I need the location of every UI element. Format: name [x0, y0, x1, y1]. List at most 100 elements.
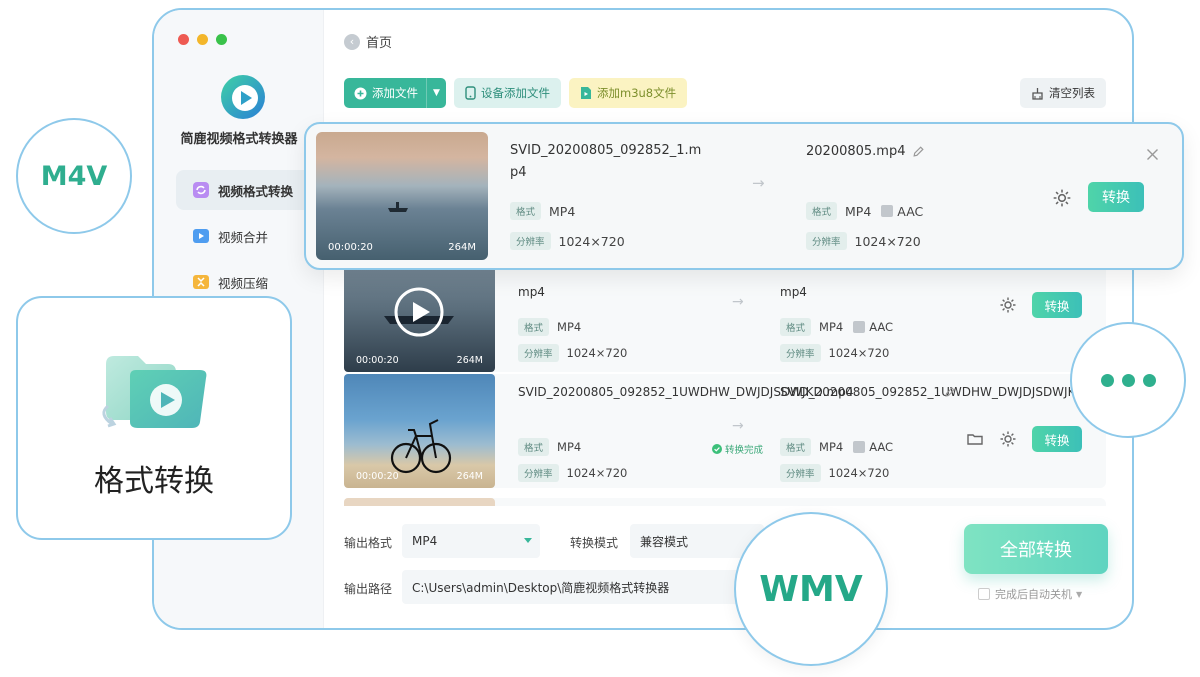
edit-pencil-icon[interactable]: [944, 386, 956, 398]
dot-icon: [1142, 373, 1156, 387]
window-controls: [178, 34, 227, 45]
add-m3u8-label: 添加m3u8文件: [597, 86, 677, 100]
convert-button[interactable]: 转换: [1088, 182, 1144, 212]
sidebar-item-label: 视频格式转换: [218, 183, 294, 199]
arrow-right-icon: →: [752, 174, 765, 192]
clear-list-label: 清空列表: [1049, 86, 1095, 100]
convert-all-button[interactable]: 全部转换: [964, 524, 1108, 574]
chevron-down-icon: [524, 538, 532, 543]
plus-circle-icon: [354, 87, 367, 100]
sidebar-item-merge[interactable]: 视频合并: [176, 216, 314, 256]
video-size: 264M: [456, 471, 483, 482]
checkbox[interactable]: [978, 588, 990, 600]
convert-button[interactable]: 转换: [1032, 426, 1082, 452]
convert-button[interactable]: 转换: [1032, 292, 1082, 318]
video-thumbnail[interactable]: 00:00:20 264M: [344, 374, 495, 488]
output-format: 格式 MP4 AAC: [780, 318, 893, 336]
video-file-icon: [580, 86, 592, 100]
source-filename: SVID_20200805_092852_1.mp4: [510, 143, 702, 180]
output-format: 格式 MP4 AAC: [806, 202, 923, 220]
audio-icon: [881, 205, 894, 217]
folder-icon[interactable]: [966, 430, 984, 448]
source-resolution: 分辨率 1024×720: [518, 344, 627, 362]
format-tag: 格式: [510, 202, 542, 220]
phone-icon: [465, 86, 476, 100]
close-icon[interactable]: [1146, 148, 1159, 161]
arrow-right-icon: →: [732, 294, 744, 310]
file-row-partial: [344, 498, 1106, 506]
m4v-format-badge: M4V: [16, 118, 132, 234]
audio-icon: [853, 321, 866, 333]
highlighted-file-row: 00:00:20 264M SVID_20200805_092852_1.mp4…: [304, 122, 1184, 270]
video-duration: 00:00:20: [356, 471, 399, 482]
output-filename: 20200805.mp4: [806, 144, 925, 159]
audio-value: AAC: [869, 320, 894, 334]
sidebar-item-format-convert[interactable]: 视频格式转换: [176, 170, 314, 210]
auto-shutdown-label: 完成后自动关机: [995, 588, 1072, 601]
settings-gear-icon[interactable]: [999, 296, 1017, 314]
format-convert-feature-card: 格式转换: [16, 296, 292, 540]
add-file-button[interactable]: 添加文件 ▼: [344, 78, 446, 108]
clear-list-button[interactable]: 清空列表: [1020, 78, 1106, 108]
video-folder-icon: [102, 356, 207, 428]
home-breadcrumb[interactable]: ‹ 首页: [344, 32, 392, 51]
source-format: 格式 MP4: [518, 318, 581, 336]
compress-icon: [192, 273, 210, 291]
feature-title: 格式转换: [94, 464, 214, 499]
add-file-dropdown[interactable]: ▼: [426, 78, 446, 108]
merge-icon: [192, 227, 210, 245]
video-thumbnail[interactable]: 00:00:20 264M: [316, 132, 488, 260]
convert-mode-label: 转换模式: [570, 536, 619, 550]
chevron-down-icon: ▼: [1076, 589, 1083, 599]
output-filename: SVID_20200805_092852_1UWDHW_DWJDJSDWJKD.…: [780, 385, 1097, 399]
format-tag: 格式: [780, 318, 812, 336]
app-name: 简鹿视频格式转换器: [180, 132, 298, 147]
maximize-window-button[interactable]: [216, 34, 227, 45]
output-resolution: 分辨率 1024×720: [780, 344, 889, 362]
output-format: 格式 MP4 AAC: [780, 438, 893, 456]
output-resolution: 分辨率 1024×720: [806, 232, 921, 250]
output-format-select[interactable]: MP4: [402, 524, 540, 558]
resolution-tag: 分辨率: [780, 464, 821, 482]
settings-gear-icon[interactable]: [999, 430, 1017, 448]
sidebar-item-label: 视频压缩: [218, 275, 269, 291]
source-format: 格式 MP4: [510, 202, 575, 220]
source-resolution: 分辨率 1024×720: [510, 232, 625, 250]
resolution-value: 1024×720: [854, 233, 921, 249]
dot-icon: [1121, 373, 1135, 387]
file-row: 00:00:20 264M SVID_20200805_092852_1UWDH…: [344, 374, 1106, 488]
output-resolution: 分辨率 1024×720: [780, 464, 889, 482]
device-add-file-label: 设备添加文件: [481, 86, 550, 100]
status-label: 转换完成: [725, 445, 764, 456]
convert-mode-value: 兼容模式: [640, 534, 689, 549]
edit-pencil-icon[interactable]: [912, 145, 925, 158]
video-thumbnail[interactable]: 00:00:20 264M: [344, 258, 495, 372]
add-m3u8-button[interactable]: 添加m3u8文件: [569, 78, 688, 108]
source-filename: mp4: [518, 285, 545, 299]
output-path-field[interactable]: C:\Users\admin\Desktop\简鹿视频格式转换器: [402, 570, 742, 604]
minimize-window-button[interactable]: [197, 34, 208, 45]
settings-gear-icon[interactable]: [1052, 188, 1072, 208]
format-tag: 格式: [518, 318, 550, 336]
device-add-file-button[interactable]: 设备添加文件: [454, 78, 561, 108]
app-logo-icon: [221, 75, 265, 119]
broom-icon: [1031, 87, 1044, 100]
resolution-value: 1024×720: [566, 346, 628, 360]
video-size: 264M: [448, 242, 476, 253]
audio-icon: [853, 441, 866, 453]
close-window-button[interactable]: [178, 34, 189, 45]
audio-value: AAC: [897, 203, 924, 219]
output-filename: mp4: [780, 285, 807, 299]
app-window: 简鹿视频格式转换器 视频格式转换 视频合并 视频压缩 ‹ 首页 添加文件 ▼ 设…: [152, 8, 1134, 630]
resolution-value: 1024×720: [828, 466, 890, 480]
convert-icon: [192, 181, 210, 199]
output-path-label: 输出路径: [344, 582, 393, 596]
format-tag: 格式: [806, 202, 838, 220]
video-duration: 00:00:20: [328, 242, 373, 253]
resolution-tag: 分辨率: [510, 232, 551, 250]
file-row: 00:00:20 264M mp4 格式 MP4 分辨率 1024×720 → mp…: [344, 258, 1106, 372]
output-path-value: C:\Users\admin\Desktop\简鹿视频格式转换器: [412, 580, 670, 595]
output-format-label: 输出格式: [344, 536, 393, 550]
format-tag: 格式: [780, 438, 812, 456]
auto-shutdown-option[interactable]: 完成后自动关机 ▼: [978, 586, 1082, 602]
